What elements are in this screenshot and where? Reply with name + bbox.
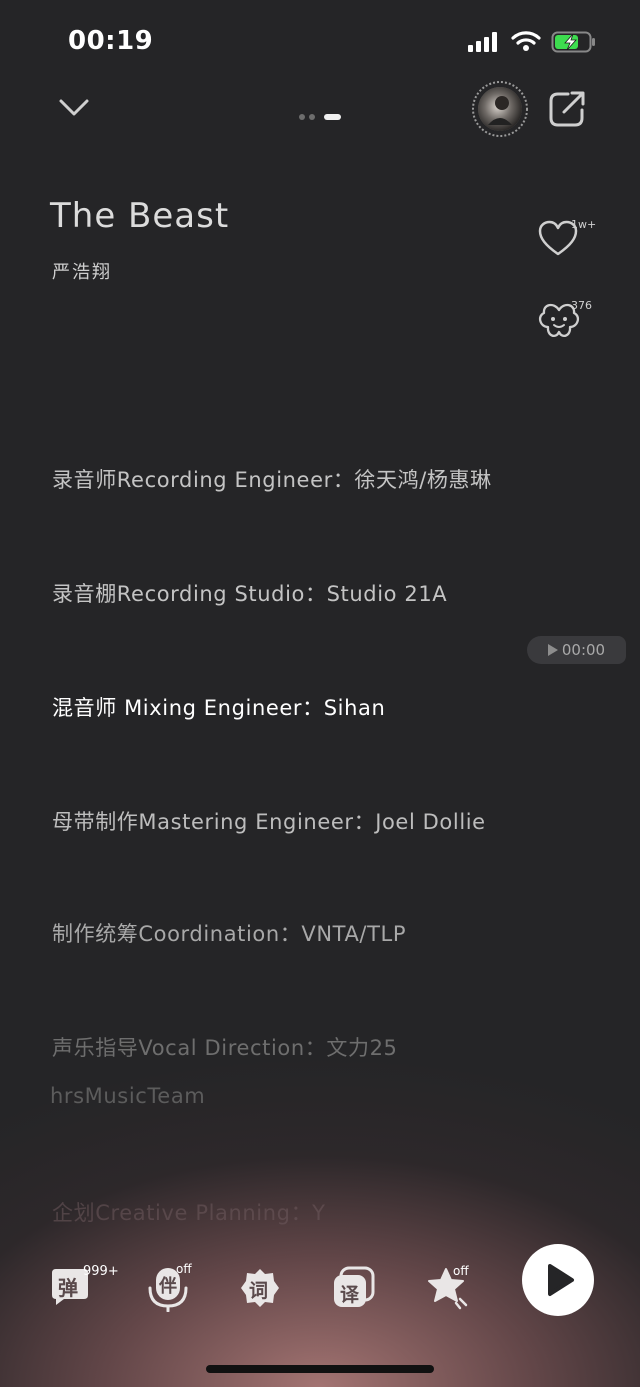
battery-icon — [551, 30, 597, 54]
play-small-icon — [547, 644, 558, 656]
lyrics-button[interactable]: 词 — [240, 1268, 280, 1308]
artist-name[interactable]: 严浩翔 — [52, 258, 112, 284]
translate-button[interactable]: 译 — [332, 1266, 376, 1310]
signal-icon — [468, 32, 500, 52]
danmu-label: 弹 — [58, 1276, 78, 1300]
comment-count: 376 — [571, 299, 592, 312]
danmu-count-badge: 999+ — [83, 1264, 119, 1279]
lyric-line[interactable]: 企划Creative Planning：Y — [52, 1197, 326, 1227]
collapse-chevron-icon[interactable] — [58, 96, 90, 120]
lyric-line[interactable]: 录音师Recording Engineer：徐天鸿/杨惠琳 — [52, 464, 492, 494]
accompany-state-badge: off — [176, 1262, 192, 1276]
play-button[interactable] — [522, 1244, 594, 1316]
play-icon — [548, 1264, 574, 1296]
lyric-line[interactable]: 录音棚Recording Studio：Studio 21A — [52, 578, 447, 608]
status-time: 00:19 — [68, 26, 154, 56]
seek-time-pill[interactable]: 00:00 — [527, 636, 626, 664]
wifi-icon — [511, 30, 541, 52]
translate-label: 译 — [340, 1284, 360, 1306]
accompany-label: 伴 — [159, 1276, 177, 1297]
home-indicator[interactable] — [206, 1365, 434, 1373]
effect-state-badge: off — [453, 1264, 469, 1278]
lyric-line[interactable]: 声乐指导Vocal Direction：文力25 — [52, 1032, 398, 1062]
lyrics-label: 词 — [249, 1280, 269, 1302]
lyric-line[interactable]: 母带制作Mastering Engineer：Joel Dollie — [52, 806, 486, 836]
seek-time: 00:00 — [561, 641, 606, 659]
like-count: 1w+ — [571, 218, 597, 231]
lyric-line[interactable]: 制作统筹Coordination：VNTA/TLP — [52, 918, 406, 948]
share-icon[interactable] — [548, 90, 586, 128]
lyric-line-active[interactable]: 混音师 Mixing Engineer：Sihan — [52, 692, 385, 722]
lyric-line[interactable]: hrsMusicTeam — [50, 1084, 205, 1108]
avatar[interactable] — [472, 81, 528, 137]
page-indicator[interactable] — [298, 106, 342, 120]
song-title: The Beast — [50, 196, 230, 236]
